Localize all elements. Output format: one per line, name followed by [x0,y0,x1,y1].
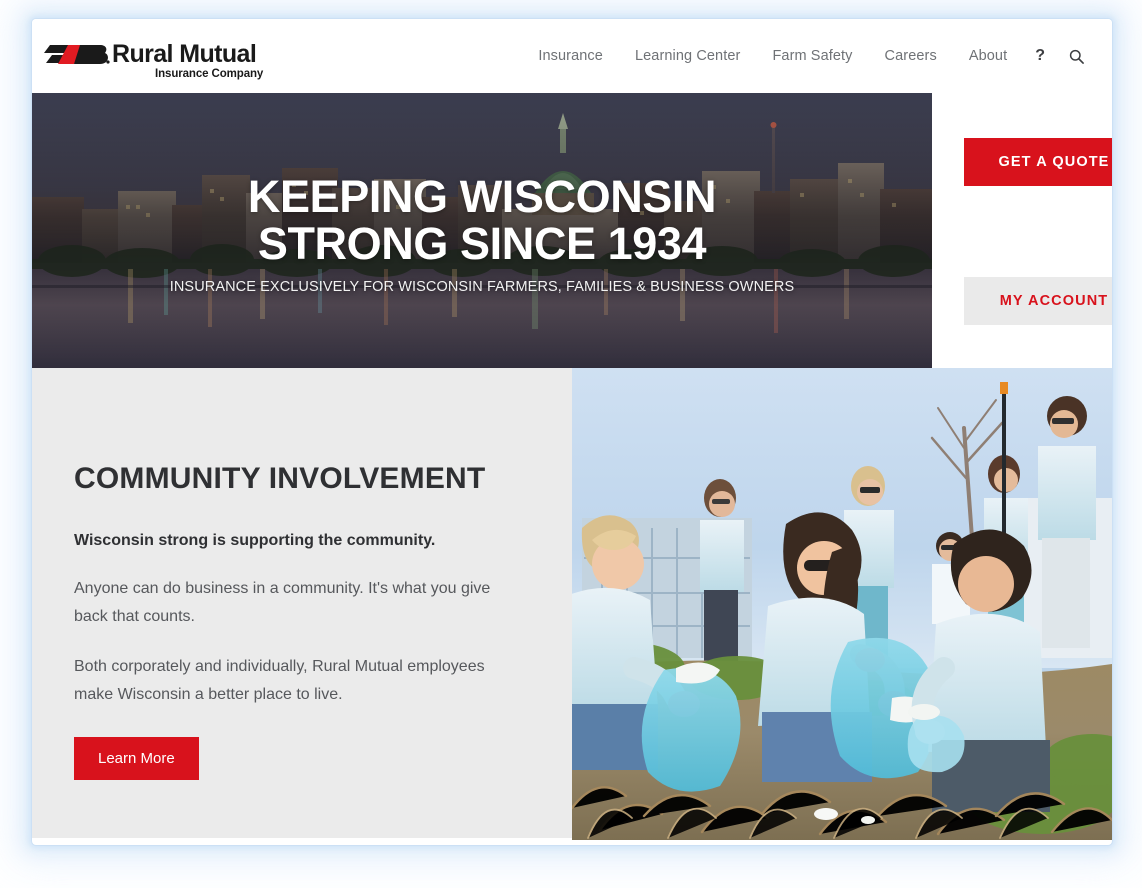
learn-more-button[interactable]: Learn More [74,737,199,780]
community-lead-text: Wisconsin strong is supporting the commu… [74,532,436,549]
community-heading: COMMUNITY INVOLVEMENT [74,462,486,495]
rural-mutual-logo[interactable]: Rural Mutual Insurance Company [44,37,284,81]
nav-item-learning-center[interactable]: Learning Center [619,42,757,70]
hero-section: KEEPING WISCONSIN STRONG SINCE 1934 INSU… [32,93,1112,368]
community-paragraph-1: Anyone can do business in a community. I… [74,580,491,625]
main-navigation: Insurance Learning Center Farm Safety Ca… [522,19,1096,93]
my-account-button[interactable]: MY ACCOUNT [964,277,1112,325]
help-question-icon[interactable]: ? [1023,41,1057,71]
nav-item-about[interactable]: About [953,42,1023,70]
community-volunteers-svg [572,368,1112,840]
hero-title-line-1: KEEPING WISCONSIN [247,170,717,222]
community-volunteers-image [572,368,1112,840]
hero-action-rail: GET A QUOTE MY ACCOUNT [932,93,1112,368]
community-text-panel: COMMUNITY INVOLVEMENT Wisconsin strong i… [32,368,572,838]
nav-item-insurance[interactable]: Insurance [522,42,619,70]
nav-item-farm-safety[interactable]: Farm Safety [756,42,868,70]
farm-bureau-mark-icon [44,45,110,64]
page-card: Rural Mutual Insurance Company Insurance… [32,19,1112,845]
logo-svg: Rural Mutual Insurance Company [44,40,264,80]
get-a-quote-button[interactable]: GET A QUOTE [964,138,1112,186]
hero-subtitle: INSURANCE EXCLUSIVELY FOR WISCONSIN FARM… [169,278,795,295]
community-paragraph-2: Both corporately and individually, Rural… [74,658,485,703]
logo-tagline: Insurance Company [155,68,264,80]
site-header: Rural Mutual Insurance Company Insurance… [32,19,1112,93]
hero-text-block: KEEPING WISCONSIN STRONG SINCE 1934 INSU… [32,93,932,368]
search-icon[interactable] [1057,43,1096,70]
hero-title-line-2: STRONG SINCE 1934 [257,217,707,269]
hero-title: KEEPING WISCONSIN STRONG SINCE 1934 [247,170,717,269]
nav-item-careers[interactable]: Careers [869,42,953,70]
community-involvement-section: COMMUNITY INVOLVEMENT Wisconsin strong i… [32,368,1112,845]
logo-wordmark: Rural Mutual [112,40,256,68]
